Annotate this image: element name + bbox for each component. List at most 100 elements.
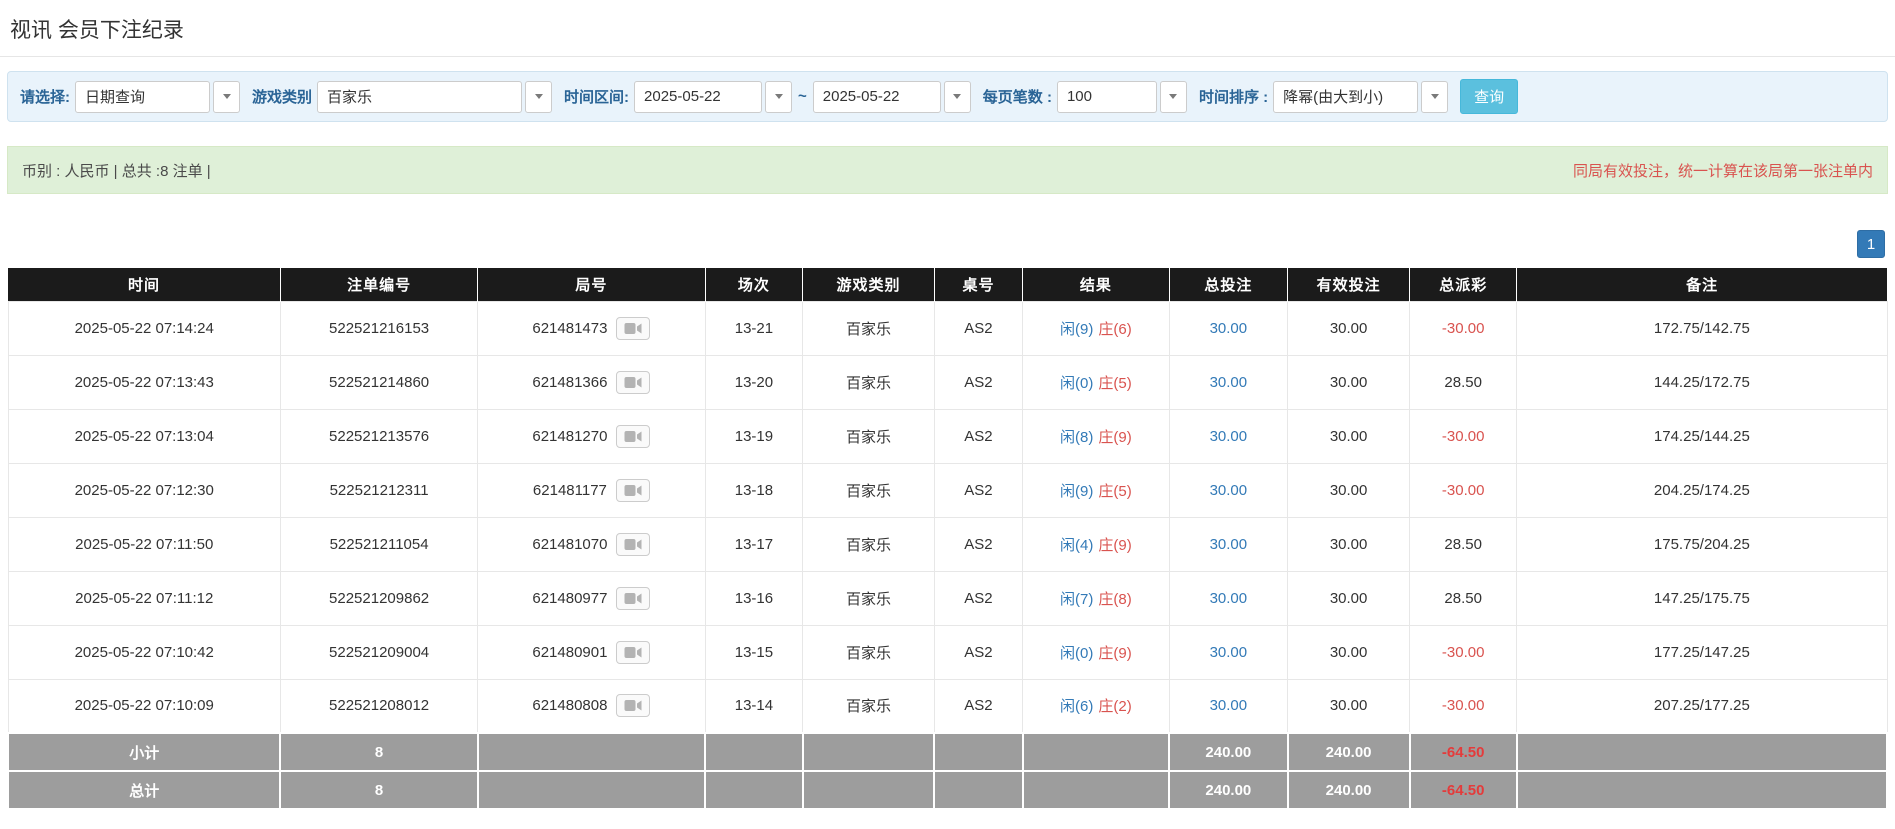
- video-replay-button[interactable]: [616, 316, 651, 340]
- video-replay-button[interactable]: [616, 694, 651, 718]
- subtotal-valid-bet: 240.00: [1286, 732, 1411, 772]
- table-row: 2025-05-22 07:14:24 522521216153 6214814…: [7, 300, 1888, 356]
- round-id-text: 621481070: [532, 535, 608, 553]
- total-bet-link[interactable]: 30.00: [1210, 536, 1248, 553]
- cell-bet-id: 522521209004: [279, 624, 479, 680]
- cell-valid-bet: 30.00: [1287, 408, 1411, 464]
- query-type-caret-button[interactable]: [213, 80, 240, 113]
- cell-total-bet: 30.00: [1168, 300, 1289, 356]
- table-footer: 小计 8 240.00 240.00 -64.50 总计 8 240.00 24…: [6, 732, 1889, 810]
- cell-table-no: AS2: [933, 570, 1024, 626]
- bet-records-table: 时间 注单编号 局号 场次 游戏类别 桌号 结果 总投注 有效投注 总派彩 备注…: [6, 268, 1889, 810]
- game-type-input[interactable]: [317, 80, 523, 113]
- grand-total-row: 总计 8 240.00 240.00 -64.50: [6, 770, 1889, 810]
- cell-round-id: 621481070: [477, 516, 706, 572]
- total-bet-link[interactable]: 30.00: [1210, 374, 1248, 391]
- video-replay-button[interactable]: [615, 478, 650, 502]
- pagination: 1: [7, 230, 1885, 258]
- total-bet-link[interactable]: 30.00: [1210, 428, 1248, 445]
- col-header-table-no: 桌号: [933, 268, 1023, 301]
- cell-session: 13-15: [704, 624, 804, 680]
- date-from-input[interactable]: [634, 80, 763, 113]
- date-to-input[interactable]: [812, 80, 941, 113]
- cell-result: 闲(6) 庄(2): [1022, 678, 1170, 734]
- game-type-combobox: [317, 80, 553, 113]
- total-bet-link[interactable]: 30.00: [1210, 644, 1248, 661]
- grand-total-valid-bet: 240.00: [1286, 770, 1411, 810]
- total-bet-link[interactable]: 30.00: [1210, 697, 1248, 714]
- cell-game-type: 百家乐: [802, 354, 935, 410]
- cell-payout: 28.50: [1409, 516, 1518, 572]
- cell-valid-bet: 30.00: [1287, 624, 1411, 680]
- video-replay-icon: [624, 538, 642, 550]
- query-type-combobox: [75, 80, 240, 113]
- game-type-caret-button[interactable]: [525, 80, 553, 113]
- grand-total-payout: -64.50: [1408, 770, 1518, 810]
- subtotal-empty: [1021, 732, 1171, 772]
- cell-game-type: 百家乐: [802, 624, 935, 680]
- table-row: 2025-05-22 07:12:30 522521212311 6214811…: [7, 462, 1888, 518]
- col-header-total-bet: 总投注: [1168, 268, 1288, 301]
- video-replay-button[interactable]: [616, 532, 651, 556]
- cell-total-bet: 30.00: [1168, 516, 1289, 572]
- col-header-game-type: 游戏类别: [802, 268, 935, 301]
- cell-session: 13-17: [704, 516, 804, 572]
- result-banker: 庄(5): [1098, 482, 1132, 500]
- date-to-combobox: [812, 80, 971, 113]
- sort-label: 时间排序 :: [1198, 89, 1269, 106]
- cell-table-no: AS2: [933, 624, 1024, 680]
- cell-remark: 207.25/177.25: [1516, 678, 1888, 734]
- cell-remark: 177.25/147.25: [1516, 624, 1888, 680]
- cell-table-no: AS2: [933, 516, 1024, 572]
- pagination-page-1[interactable]: 1: [1857, 230, 1885, 258]
- cell-session: 13-20: [704, 354, 804, 410]
- cell-remark: 204.25/174.25: [1516, 462, 1888, 518]
- subtotal-total-bet: 240.00: [1168, 732, 1289, 772]
- grand-total-count: 8: [279, 770, 479, 810]
- table-body: 2025-05-22 07:14:24 522521216153 6214814…: [7, 300, 1888, 734]
- cell-total-bet: 30.00: [1168, 408, 1289, 464]
- header-row: 时间 注单编号 局号 场次 游戏类别 桌号 结果 总投注 有效投注 总派彩 备注: [8, 268, 1887, 301]
- result-player: 闲(0): [1060, 644, 1094, 662]
- cell-payout: -30.00: [1409, 300, 1518, 356]
- sort-combobox: [1273, 80, 1449, 113]
- cell-remark: 144.25/172.75: [1516, 354, 1888, 410]
- cell-total-bet: 30.00: [1168, 678, 1289, 734]
- result-player: 闲(9): [1060, 320, 1094, 338]
- sort-input[interactable]: [1273, 80, 1419, 113]
- query-type-label: 请选择:: [20, 89, 70, 106]
- total-bet-link[interactable]: 30.00: [1210, 590, 1248, 607]
- video-replay-button[interactable]: [616, 370, 651, 394]
- video-replay-button[interactable]: [616, 424, 651, 448]
- cell-round-id: 621481270: [477, 408, 706, 464]
- page-size-caret-button[interactable]: [1159, 80, 1187, 113]
- cell-result: 闲(8) 庄(9): [1022, 408, 1170, 464]
- table-row: 2025-05-22 07:10:09 522521208012 6214808…: [7, 678, 1888, 734]
- subtotal-empty: [704, 732, 804, 772]
- col-header-remark: 备注: [1516, 268, 1887, 301]
- cell-time: 2025-05-22 07:10:42: [7, 624, 281, 680]
- cell-time: 2025-05-22 07:14:24: [7, 300, 281, 356]
- cell-result: 闲(9) 庄(5): [1022, 462, 1170, 518]
- date-to-caret-button[interactable]: [943, 80, 971, 113]
- cell-time: 2025-05-22 07:13:04: [7, 408, 281, 464]
- total-bet-link[interactable]: 30.00: [1210, 320, 1248, 337]
- result-player: 闲(4): [1060, 536, 1094, 554]
- total-bet-link[interactable]: 30.00: [1210, 482, 1248, 499]
- query-type-input[interactable]: [75, 80, 210, 113]
- time-range-label: 时间区间:: [564, 89, 630, 106]
- date-from-combobox: [634, 80, 793, 113]
- result-banker: 庄(8): [1098, 590, 1132, 608]
- video-replay-button[interactable]: [616, 586, 651, 610]
- subtotal-label: 小计: [6, 732, 282, 772]
- table-row: 2025-05-22 07:11:12 522521209862 6214809…: [7, 570, 1888, 626]
- date-from-caret-button[interactable]: [765, 80, 793, 113]
- sort-caret-button[interactable]: [1421, 80, 1449, 113]
- video-replay-icon: [624, 700, 642, 712]
- cell-total-bet: 30.00: [1168, 462, 1289, 518]
- cell-total-bet: 30.00: [1168, 624, 1289, 680]
- page-size-input[interactable]: [1056, 80, 1157, 113]
- search-button[interactable]: 查询: [1460, 79, 1519, 114]
- video-replay-button[interactable]: [616, 640, 651, 664]
- video-replay-icon: [624, 430, 642, 442]
